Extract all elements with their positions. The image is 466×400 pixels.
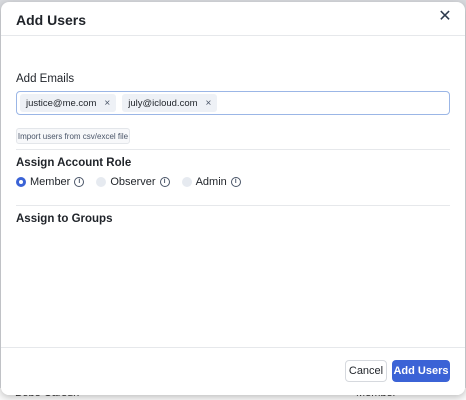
role-label: Member [30, 176, 71, 188]
role-option-member[interactable]: Member i [16, 176, 85, 188]
info-icon[interactable]: i [74, 177, 85, 187]
role-option-admin[interactable]: Admin i [181, 176, 241, 188]
email-input[interactable]: justice@me.com × july@icloud.com × [16, 91, 450, 115]
info-icon[interactable]: i [159, 177, 170, 187]
add-emails-label: Add Emails [16, 73, 75, 85]
cancel-button[interactable]: Cancel [345, 360, 387, 382]
role-radio-group: Member i Observer i Admin i [16, 176, 241, 188]
assign-groups-label: Assign to Groups [16, 213, 113, 225]
radio-button-selected[interactable] [16, 177, 26, 187]
role-label: Observer [110, 176, 156, 188]
email-chip-text: justice@me.com [26, 97, 97, 109]
radio-button[interactable] [181, 177, 192, 187]
radio-button[interactable] [96, 177, 107, 187]
add-users-button[interactable]: Add Users [392, 360, 450, 382]
add-users-modal: Add Users ✕ Add Emails justice@me.com × … [1, 2, 465, 395]
close-icon[interactable]: ✕ [438, 9, 452, 25]
assign-role-label: Assign Account Role [16, 157, 132, 169]
import-users-button[interactable]: Import users from csv/excel file [16, 128, 130, 144]
remove-chip-icon[interactable]: × [206, 98, 212, 109]
role-option-observer[interactable]: Observer i [96, 176, 170, 188]
modal-title: Add Users [16, 12, 87, 28]
email-chip-text: july@icloud.com [128, 97, 198, 109]
divider [16, 205, 450, 206]
modal-header: Add Users ✕ [1, 2, 465, 36]
divider [16, 149, 450, 150]
modal-footer: Cancel Add Users [1, 347, 465, 395]
remove-chip-icon[interactable]: × [104, 98, 110, 109]
role-label: Admin [195, 176, 227, 188]
info-icon[interactable]: i [230, 177, 241, 187]
email-chip: july@icloud.com × [122, 94, 218, 112]
email-chip: justice@me.com × [20, 94, 117, 112]
